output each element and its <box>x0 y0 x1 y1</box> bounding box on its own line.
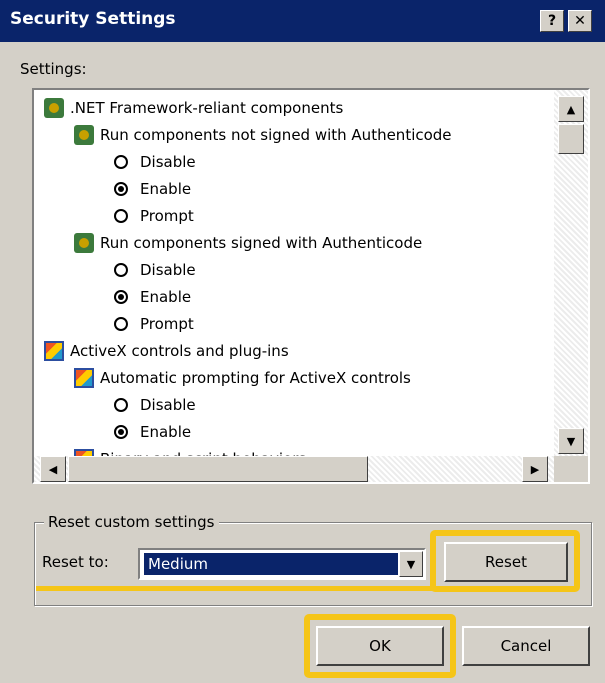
tree-category: Automatic prompting for ActiveX controls <box>74 366 411 390</box>
radio-empty-icon[interactable] <box>114 317 128 331</box>
reset-highlight <box>430 530 580 592</box>
option-radio-disable[interactable]: Disable <box>114 258 196 282</box>
gear-icon <box>74 233 94 253</box>
vertical-scrollbar[interactable]: ▲ ▼ <box>554 90 588 456</box>
tree-category: ActiveX controls and plug-ins <box>44 339 289 363</box>
tree-category: .NET Framework-reliant components <box>44 96 343 120</box>
activex-icon <box>74 449 94 456</box>
activex-icon <box>44 341 64 361</box>
tree-item-label: Enable <box>140 180 192 198</box>
gear-icon <box>44 98 64 118</box>
activex-icon <box>74 368 94 388</box>
settings-label: Settings: <box>20 60 87 78</box>
hscroll-thumb[interactable] <box>68 456 368 482</box>
tree-item-label: .NET Framework-reliant components <box>70 99 344 117</box>
radio-empty-icon[interactable] <box>114 398 128 412</box>
tree-category: Run components signed with Authenticode <box>74 231 422 255</box>
tree-item-label: ActiveX controls and plug-ins <box>70 342 289 360</box>
radio-empty-icon[interactable] <box>114 263 128 277</box>
reset-to-label: Reset to: <box>42 553 109 571</box>
reset-underline-highlight <box>36 586 436 591</box>
option-radio-enable[interactable]: Enable <box>114 177 191 201</box>
scroll-up-button[interactable]: ▲ <box>558 96 584 122</box>
tree-item-label: Disable <box>140 261 196 279</box>
reset-level-select[interactable]: Medium ▼ <box>138 548 426 580</box>
ok-highlight <box>304 614 456 678</box>
reset-level-value: Medium <box>144 553 398 575</box>
dropdown-arrow-icon[interactable]: ▼ <box>399 551 423 577</box>
window-title: Security Settings <box>10 9 176 29</box>
close-button[interactable]: ✕ <box>568 10 592 32</box>
tree-item-label: Run components not signed with Authentic… <box>100 126 452 144</box>
scroll-thumb[interactable] <box>558 124 584 154</box>
scroll-down-button[interactable]: ▼ <box>558 428 584 454</box>
scroll-right-button[interactable]: ▶ <box>522 456 548 482</box>
scroll-left-button[interactable]: ◀ <box>40 456 66 482</box>
radio-selected-icon[interactable] <box>114 182 128 196</box>
gear-icon <box>74 125 94 145</box>
tree-category: Binary and script behaviors <box>74 447 306 456</box>
option-radio-enable[interactable]: Enable <box>114 420 191 444</box>
tree-item-label: Run components signed with Authenticode <box>100 234 423 252</box>
tree-item-label: Prompt <box>140 315 194 333</box>
option-radio-disable[interactable]: Disable <box>114 150 196 174</box>
reset-group-legend: Reset custom settings <box>44 513 219 531</box>
horizontal-scrollbar[interactable]: ◀ ▶ <box>34 456 554 482</box>
tree-item-label: Disable <box>140 153 196 171</box>
option-radio-prompt[interactable]: Prompt <box>114 204 194 228</box>
radio-empty-icon[interactable] <box>114 155 128 169</box>
option-radio-disable[interactable]: Disable <box>114 393 196 417</box>
option-radio-enable[interactable]: Enable <box>114 285 191 309</box>
help-button[interactable]: ? <box>540 10 564 32</box>
tree-item-label: Prompt <box>140 207 194 225</box>
radio-selected-icon[interactable] <box>114 290 128 304</box>
settings-listbox[interactable]: .NET Framework-reliant components Run com… <box>32 88 590 484</box>
option-radio-prompt[interactable]: Prompt <box>114 312 194 336</box>
radio-empty-icon[interactable] <box>114 209 128 223</box>
tree-item-label: Disable <box>140 396 196 414</box>
tree-item-label: Enable <box>140 288 192 306</box>
settings-tree: .NET Framework-reliant components Run com… <box>34 90 554 456</box>
radio-selected-icon[interactable] <box>114 425 128 439</box>
scroll-corner <box>554 456 588 482</box>
tree-item-label: Automatic prompting for ActiveX controls <box>100 369 411 387</box>
tree-item-label: Enable <box>140 423 192 441</box>
tree-category: Run components not signed with Authentic… <box>74 123 452 147</box>
title-bar: Security Settings ? ✕ <box>0 0 605 42</box>
cancel-button[interactable]: Cancel <box>462 626 590 666</box>
